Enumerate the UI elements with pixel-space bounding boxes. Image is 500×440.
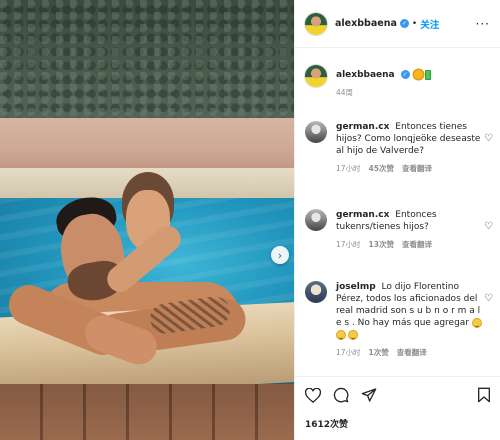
comment-item: german.cx Entonces tienes hijos? Como lo… xyxy=(305,121,497,175)
comment-time: 17小时 xyxy=(336,164,361,173)
caption-time: 44周 xyxy=(336,88,354,97)
like-comment-heart-icon[interactable]: ♡ xyxy=(484,221,493,232)
commenter-avatar[interactable] xyxy=(305,121,327,143)
commenter-avatar[interactable] xyxy=(305,281,327,303)
author-avatar[interactable] xyxy=(305,65,327,87)
grinning-emoji-icon xyxy=(471,317,482,328)
share-icon[interactable] xyxy=(361,387,377,403)
comment-item: german.cx Entonces tukenrs/tienes hijos?… xyxy=(305,209,497,251)
comment-likes[interactable]: 45次赞 xyxy=(369,163,394,175)
grinning-emoji-icon xyxy=(336,329,346,340)
next-photo-button[interactable]: › xyxy=(271,246,289,264)
comment-username[interactable]: joselmp xyxy=(336,282,376,292)
post-photo[interactable]: › xyxy=(0,0,294,440)
more-options-button[interactable]: ··· xyxy=(476,17,490,31)
comment-item: joselmp Lo dijo Florentino Pérez, todos … xyxy=(305,281,497,359)
caption-username[interactable]: alexbbaena xyxy=(336,70,395,80)
chevron-right-icon: › xyxy=(277,248,283,262)
post-details-panel: alexbbaena ✓ • 关注 ··· alexbbaena ✓ 44周 ge… xyxy=(294,0,500,440)
commenter-avatar[interactable] xyxy=(305,209,327,231)
author-avatar[interactable] xyxy=(305,12,327,35)
follow-button[interactable]: 关注 xyxy=(420,17,439,31)
comment-icon[interactable] xyxy=(333,387,349,403)
sun-emoji-icon xyxy=(413,70,423,79)
heart-icon[interactable] xyxy=(305,387,321,403)
post-actions: 1612次赞 xyxy=(295,376,500,440)
comment-time: 17小时 xyxy=(336,240,361,249)
wooden-deck xyxy=(0,384,294,440)
see-translation-link[interactable]: 查看翻译 xyxy=(402,163,432,175)
battery-emoji-icon xyxy=(424,69,431,80)
comment-username[interactable]: german.cx xyxy=(336,122,389,132)
bookmark-icon[interactable] xyxy=(477,387,491,403)
like-comment-heart-icon[interactable]: ♡ xyxy=(484,133,493,144)
likes-count[interactable]: 1612次赞 xyxy=(305,417,500,430)
hedge xyxy=(0,0,294,128)
comment-time: 17小时 xyxy=(336,348,361,357)
garden-wall xyxy=(0,118,294,170)
see-translation-link[interactable]: 查看翻译 xyxy=(402,239,432,251)
post-header: alexbbaena ✓ • 关注 ··· xyxy=(295,0,500,48)
caption: alexbbaena ✓ 44周 xyxy=(305,65,497,99)
comment-likes[interactable]: 13次赞 xyxy=(369,239,394,251)
grinning-emoji-icon xyxy=(348,329,358,340)
comments-list[interactable]: alexbbaena ✓ 44周 german.cx Entonces tiene… xyxy=(295,49,500,373)
verified-icon: ✓ xyxy=(399,19,409,28)
author-username[interactable]: alexbbaena xyxy=(335,18,397,29)
comment-likes[interactable]: 1次赞 xyxy=(369,347,389,359)
see-translation-link[interactable]: 查看翻译 xyxy=(397,347,427,359)
like-comment-heart-icon[interactable]: ♡ xyxy=(484,293,493,304)
comment-username[interactable]: german.cx xyxy=(336,210,389,220)
verified-icon: ✓ xyxy=(400,70,410,79)
separator-dot: • xyxy=(411,18,418,29)
